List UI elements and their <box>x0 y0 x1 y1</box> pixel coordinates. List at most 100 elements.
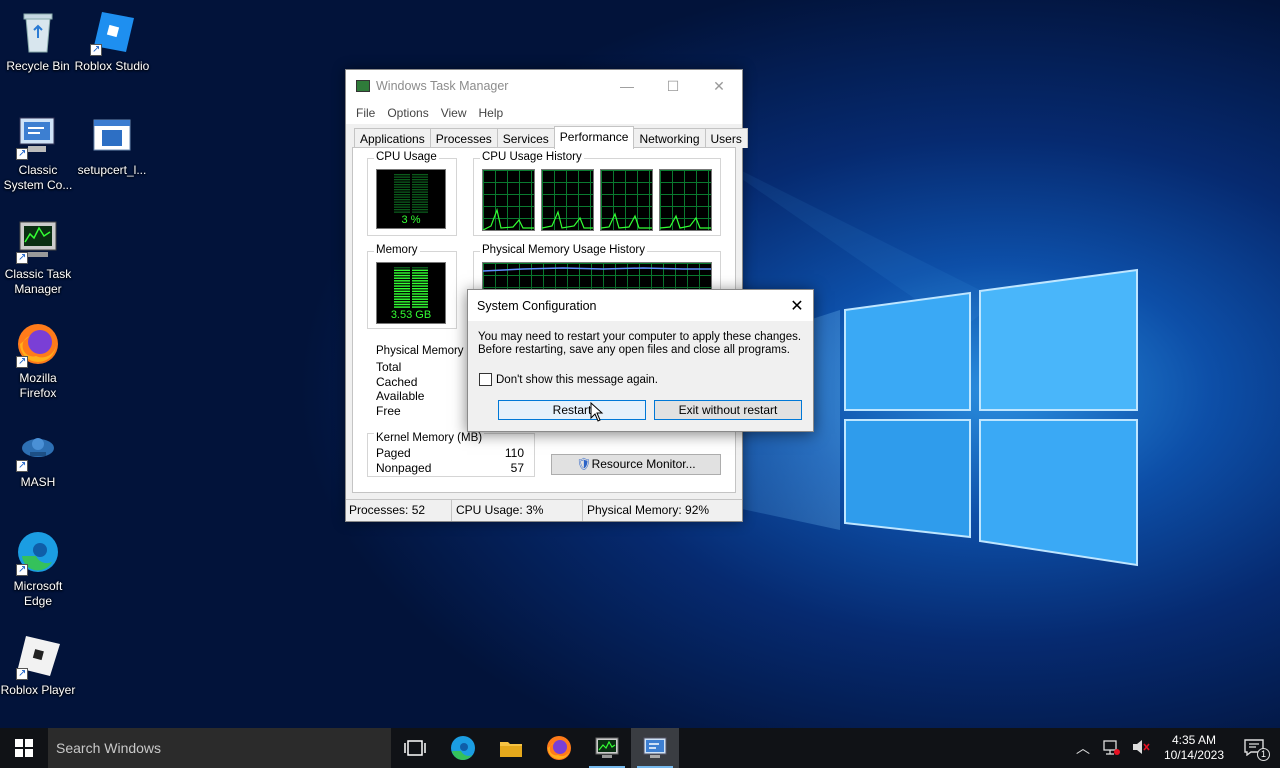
taskbar-file-explorer-button[interactable] <box>487 728 535 768</box>
windows-logo-wallpaper <box>844 268 1138 567</box>
stat-free-label: Free <box>376 404 401 418</box>
memory-meter: 3.53 GB <box>376 262 446 324</box>
meter-segment <box>394 277 410 279</box>
start-button[interactable] <box>0 728 48 768</box>
menu-help[interactable]: Help <box>473 106 510 120</box>
meter-segment <box>412 204 428 206</box>
desktop-icon-classic-task-manager[interactable]: Classic Task Manager <box>0 216 76 297</box>
meter-segment <box>412 293 428 295</box>
cpu-usage-group: CPU Usage 3 % <box>367 151 457 236</box>
desktop-icon-setupcert[interactable]: setupcert_l... <box>74 112 150 178</box>
desktop-icon-mash[interactable]: MASH <box>0 424 76 490</box>
dialog-titlebar[interactable]: System Configuration ✕ <box>468 290 813 321</box>
desktop-icon-label: Classic System Co... <box>3 163 73 192</box>
taskbar-system-config-button[interactable] <box>631 728 679 768</box>
meter-segment <box>394 191 410 193</box>
edge-icon <box>451 736 475 760</box>
show-hidden-icons-button[interactable]: ︿ <box>1070 738 1096 758</box>
volume-button[interactable] <box>1126 739 1156 758</box>
maximize-button[interactable]: ☐ <box>650 70 696 102</box>
task-manager-titlebar[interactable]: Windows Task Manager — ☐ ✕ <box>346 70 742 102</box>
desktop-icon-label: Mozilla Firefox <box>19 371 57 400</box>
meter-segment <box>394 274 410 277</box>
meter-segment <box>394 303 410 306</box>
desktop-icon-label: MASH <box>20 475 56 489</box>
task-manager-app-icon <box>356 80 370 92</box>
memory-group: Memory 3.53 GB <box>367 244 457 329</box>
action-center-button[interactable]: 1 <box>1232 738 1280 761</box>
tab-networking[interactable]: Networking <box>633 128 706 148</box>
system-configuration-dialog[interactable]: System Configuration ✕ You may need to r… <box>467 289 814 432</box>
meter-segment <box>394 269 410 272</box>
shield-icon: 🛡 <box>576 457 592 471</box>
kernel-paged-value: 110 <box>504 446 524 460</box>
cpu-usage-label: CPU Usage <box>374 151 439 163</box>
menu-options[interactable]: Options <box>381 106 434 120</box>
cpu-history-group: CPU Usage History <box>473 151 721 236</box>
desktop-icon-roblox-player[interactable]: Roblox Player <box>0 632 76 698</box>
kernel-memory-label: Kernel Memory (MB) <box>374 432 485 444</box>
taskbar-clock[interactable]: 4:35 AM 10/14/2023 <box>1156 733 1232 763</box>
meter-segment <box>394 306 410 308</box>
close-button[interactable]: ✕ <box>696 70 742 102</box>
exit-without-restart-button[interactable]: Exit without restart <box>654 400 802 420</box>
desktop-icon-label: setupcert_l... <box>77 163 147 177</box>
tab-processes[interactable]: Processes <box>429 128 498 148</box>
cpu-history-graph-1 <box>482 169 535 231</box>
minimize-button[interactable]: — <box>604 70 650 102</box>
dialog-message: You may need to restart your computer to… <box>478 331 808 357</box>
chevron-up-icon: ︿ <box>1075 740 1090 756</box>
desktop-icon-roblox-studio[interactable]: Roblox Studio <box>74 8 150 74</box>
meter-segment <box>412 274 428 277</box>
meter-segment <box>412 272 428 274</box>
meter-segment <box>412 290 428 293</box>
cpu-usage-value: 3 % <box>401 214 421 226</box>
meter-segment <box>394 267 410 269</box>
tab-performance[interactable]: Performance <box>553 126 635 149</box>
search-placeholder: Search Windows <box>56 740 162 756</box>
menu-file[interactable]: File <box>350 106 381 120</box>
meter-segment <box>412 295 428 298</box>
network-button[interactable] <box>1096 739 1126 758</box>
meter-segment <box>412 181 428 183</box>
maximize-icon: ☐ <box>666 77 680 94</box>
task-view-button[interactable] <box>391 728 439 768</box>
desktop-icon-edge[interactable]: Microsoft Edge <box>0 528 76 609</box>
desktop-icon-firefox[interactable]: Mozilla Firefox <box>0 320 76 401</box>
restart-button[interactable]: Restart <box>498 400 646 420</box>
meter-segment <box>394 184 410 186</box>
system-tray: ︿ 4:35 AM 10/14/2023 1 <box>1070 728 1280 768</box>
dont-show-again-checkbox[interactable]: Don't show this message again. <box>479 373 658 386</box>
desktop-icon-recycle-bin[interactable]: Recycle Bin <box>0 8 76 74</box>
desktop-icon-label: Microsoft Edge <box>13 579 63 608</box>
tab-services[interactable]: Services <box>496 128 555 148</box>
checkbox-label: Don't show this message again. <box>496 373 659 386</box>
stat-total-label: Total <box>376 360 402 374</box>
meter-segment <box>394 194 410 196</box>
taskbar-task-manager-button[interactable] <box>583 728 631 768</box>
checkbox-box[interactable] <box>479 373 492 386</box>
meter-segment <box>412 298 428 300</box>
meter-segment <box>412 174 428 176</box>
kernel-paged-label: Paged <box>376 446 411 460</box>
desktop-icon-label: Recycle Bin <box>6 59 70 73</box>
tab-applications[interactable]: Applications <box>354 128 431 148</box>
dialog-close-button[interactable]: ✕ <box>781 296 813 316</box>
taskbar-search-box[interactable]: Search Windows <box>48 728 391 768</box>
meter-segment <box>412 277 428 279</box>
resource-monitor-label: Resource Monitor... <box>591 457 696 471</box>
firefox-icon <box>14 320 62 369</box>
cpu-history-graph-4 <box>659 169 712 231</box>
taskbar-edge-button[interactable] <box>439 728 487 768</box>
resource-monitor-button[interactable]: 🛡Resource Monitor... <box>551 454 721 475</box>
meter-segment <box>394 209 410 211</box>
tab-users[interactable]: Users <box>704 128 748 148</box>
taskbar-firefox-button[interactable] <box>535 728 583 768</box>
meter-segment <box>394 293 410 295</box>
folder-icon <box>500 742 522 757</box>
meter-segment <box>412 209 428 211</box>
desktop-icon-classic-system-config[interactable]: Classic System Co... <box>0 112 76 193</box>
menu-view[interactable]: View <box>435 106 473 120</box>
meter-segment <box>412 282 428 285</box>
stat-cached-label: Cached <box>376 375 418 389</box>
